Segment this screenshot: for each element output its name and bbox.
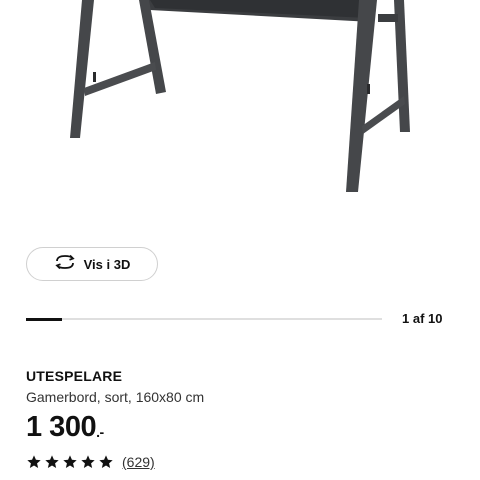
- product-rating[interactable]: (629): [26, 454, 155, 470]
- image-progress-indicator: [26, 317, 62, 321]
- product-price: 1 300.-: [26, 411, 104, 444]
- star-icon: [81, 455, 95, 468]
- product-name[interactable]: UTESPELARE: [26, 368, 122, 384]
- product-image[interactable]: [0, 0, 480, 240]
- image-counter: 1 af 10: [402, 311, 443, 326]
- price-value: 1 300: [26, 411, 97, 443]
- review-count-link[interactable]: (629): [122, 454, 155, 470]
- product-description: Gamerbord, sort, 160x80 cm: [26, 389, 205, 405]
- star-icon: [99, 455, 113, 468]
- image-progress-bar[interactable]: [26, 317, 382, 321]
- view-in-3d-button[interactable]: Vis i 3D: [26, 247, 158, 281]
- price-suffix: .-: [96, 424, 104, 441]
- star-icon: [63, 455, 77, 468]
- rotate-3d-icon: [54, 254, 76, 275]
- star-icon: [27, 455, 41, 468]
- star-icon: [45, 455, 59, 468]
- view-in-3d-label: Vis i 3D: [83, 256, 131, 272]
